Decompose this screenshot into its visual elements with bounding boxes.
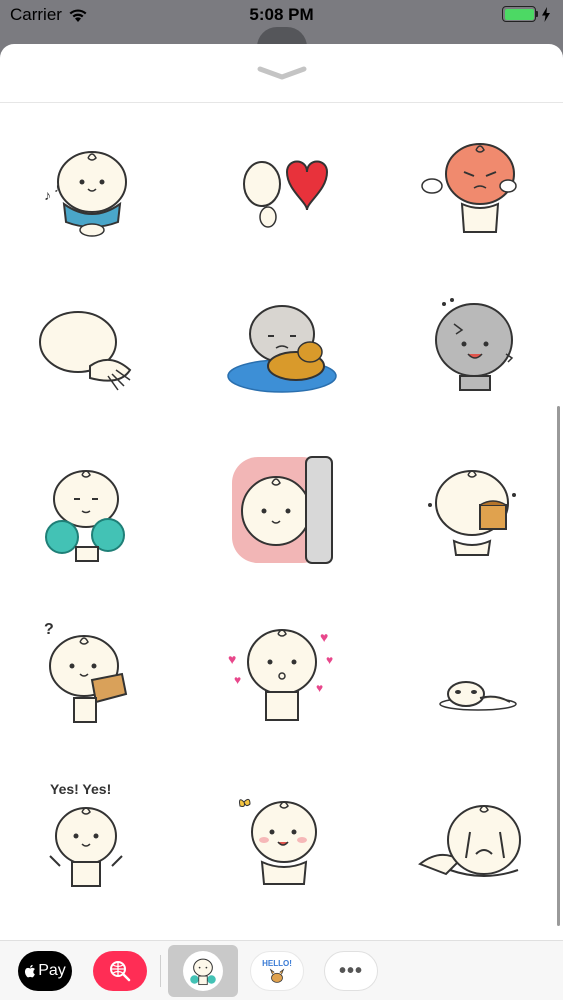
charging-bolt-icon: [542, 6, 550, 22]
globe-search-icon: [110, 961, 131, 982]
chevron-down-icon[interactable]: [256, 64, 308, 82]
svg-text:♪: ♪: [44, 187, 51, 203]
sticker-bear-question-box[interactable]: ?: [30, 612, 150, 732]
battery-icon: [502, 6, 536, 22]
web-images-button[interactable]: [93, 951, 147, 991]
apple-icon: [25, 964, 36, 978]
scroll-indicator[interactable]: [557, 406, 560, 926]
sticker-bear-scarf-music[interactable]: ♪ ♪: [30, 122, 150, 242]
sticker-bear-pompoms[interactable]: [30, 449, 150, 569]
question-mark: ?: [44, 621, 54, 638]
svg-text:♥: ♥: [228, 651, 236, 667]
apple-pay-button[interactable]: Pay: [18, 951, 72, 991]
sticker-bear-eating-cake[interactable]: [410, 449, 530, 569]
app-drawer: Pay HELLO! •••: [0, 940, 563, 1000]
drawer-separator: [160, 955, 161, 987]
svg-text:♥: ♥: [326, 653, 333, 667]
apple-pay-label: Pay: [38, 962, 66, 979]
sticker-bear-yes-yes[interactable]: Yes! Yes!: [30, 774, 150, 894]
bear-app-icon: [190, 958, 216, 986]
battery-fill: [504, 8, 534, 20]
battery-indicator: [502, 6, 551, 22]
svg-text:♥: ♥: [320, 629, 328, 645]
sticker-bear-peek-door[interactable]: [222, 449, 342, 569]
sticker-grid: ♪ ♪ ? ♥ ♥ ♥ ♥ ♥ Yes! Yes!: [0, 104, 563, 939]
sticker-bear-heart[interactable]: [222, 122, 342, 242]
sticker-bear-angry-red[interactable]: [410, 122, 530, 242]
sheet-divider: [0, 102, 563, 103]
bear-sticker-app-button[interactable]: [168, 945, 238, 997]
sticker-bear-kiss-hearts[interactable]: ♥ ♥ ♥ ♥ ♥: [222, 612, 342, 732]
status-bar: Carrier 5:08 PM: [0, 0, 563, 30]
hello-app-label: HELLO!: [262, 958, 292, 968]
more-apps-button[interactable]: •••: [324, 951, 378, 991]
sticker-bear-butterfly[interactable]: [222, 774, 342, 894]
sticker-bear-float-pond[interactable]: [222, 284, 342, 404]
hello-sticker-app-button[interactable]: HELLO!: [250, 951, 304, 991]
yes-yes-caption: Yes! Yes!: [50, 781, 111, 797]
svg-text:♥: ♥: [316, 681, 323, 695]
sticker-bear-gray-bruised[interactable]: [410, 284, 530, 404]
sticker-sheet: ♪ ♪ ? ♥ ♥ ♥ ♥ ♥ Yes! Yes!: [0, 44, 563, 1000]
svg-text:♥: ♥: [234, 673, 241, 687]
dog-icon: [269, 968, 285, 983]
sticker-bear-lying-back[interactable]: [30, 284, 150, 404]
sticker-bear-crying-lying[interactable]: [410, 774, 530, 894]
sticker-bear-lying-hole[interactable]: [410, 612, 530, 732]
status-time: 5:08 PM: [249, 5, 314, 24]
